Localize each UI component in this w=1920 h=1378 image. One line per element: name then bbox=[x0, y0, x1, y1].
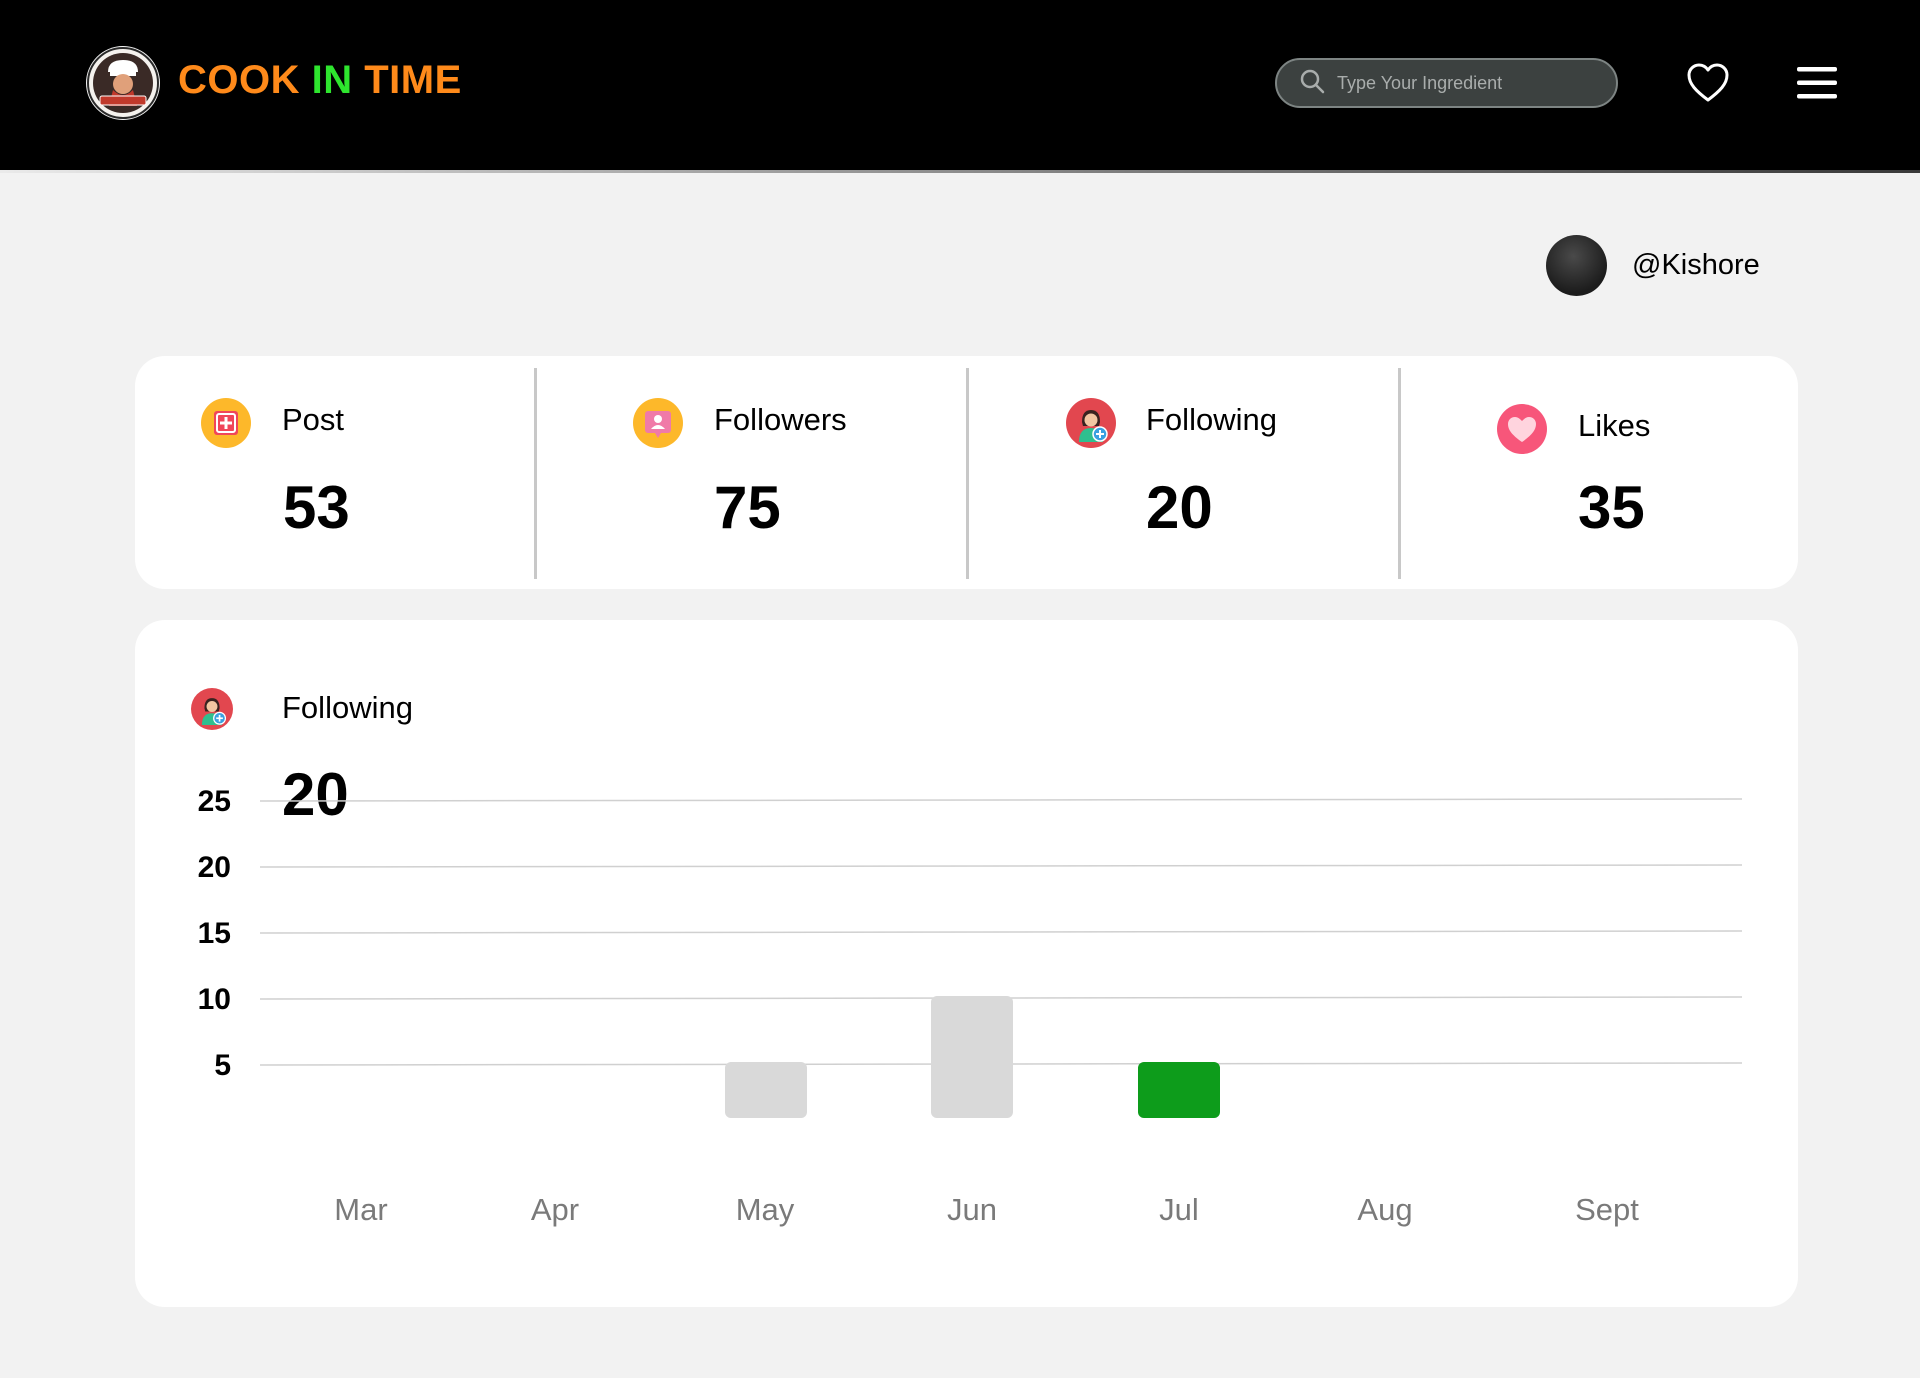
stats-card: Post 53 Followers 75 Following 20 Likes … bbox=[135, 356, 1798, 589]
x-tick-label: Mar bbox=[334, 1192, 387, 1227]
bar-jul bbox=[1138, 1062, 1220, 1118]
likes-heart-icon bbox=[1497, 404, 1547, 454]
y-tick-label: 20 bbox=[198, 851, 231, 884]
bar-jun bbox=[931, 996, 1013, 1118]
y-tick-label: 10 bbox=[198, 983, 231, 1016]
stat-divider bbox=[966, 368, 969, 579]
x-tick-label: Sept bbox=[1575, 1192, 1639, 1227]
x-tick-label: Aug bbox=[1357, 1192, 1412, 1227]
stat-label-post: Post bbox=[282, 402, 345, 437]
add-post-icon bbox=[201, 398, 251, 448]
bar-may bbox=[725, 1062, 807, 1118]
brand-part-cook: COOK bbox=[178, 58, 312, 102]
grid-line bbox=[259, 930, 1743, 934]
stat-divider bbox=[1398, 368, 1401, 579]
brand-title[interactable]: COOK IN TIME bbox=[178, 56, 462, 104]
stat-divider bbox=[534, 368, 537, 579]
heart-icon[interactable] bbox=[1686, 62, 1730, 104]
header-divider bbox=[0, 170, 1920, 173]
stat-value-post: 53 bbox=[283, 474, 350, 541]
y-tick-label: 15 bbox=[198, 917, 231, 950]
chef-logo-icon[interactable] bbox=[86, 46, 160, 120]
grid-line bbox=[259, 798, 1743, 802]
x-tick-label: Apr bbox=[531, 1192, 579, 1227]
top-header: COOK IN TIME bbox=[0, 0, 1920, 172]
y-tick-label: 25 bbox=[198, 785, 231, 818]
y-tick-label: 5 bbox=[214, 1049, 231, 1082]
search-bar[interactable] bbox=[1275, 58, 1618, 108]
brand-part-time: TIME bbox=[352, 58, 462, 102]
following-chart-card: Following 20 5 10 15 20 25 Mar Apr May Jun Jul Aug… bbox=[135, 620, 1798, 1307]
avatar[interactable] bbox=[1546, 235, 1607, 296]
search-input[interactable] bbox=[1337, 72, 1597, 94]
stat-value-likes: 35 bbox=[1578, 474, 1645, 541]
followers-icon bbox=[633, 398, 683, 448]
stat-value-following: 20 bbox=[1146, 474, 1213, 541]
search-icon[interactable] bbox=[1299, 68, 1325, 99]
following-user-icon bbox=[1066, 398, 1116, 448]
brand-part-in: IN bbox=[311, 58, 353, 102]
x-tick-label: Jul bbox=[1159, 1192, 1199, 1227]
stat-value-followers: 75 bbox=[714, 474, 781, 541]
grid-line bbox=[259, 864, 1743, 868]
stat-label-following: Following bbox=[1146, 402, 1277, 437]
username[interactable]: @Kishore bbox=[1632, 247, 1760, 283]
x-tick-label: Jun bbox=[947, 1192, 997, 1227]
hamburger-menu-icon[interactable] bbox=[1797, 66, 1837, 100]
stat-label-likes: Likes bbox=[1578, 408, 1651, 443]
following-bar-chart: 5 10 15 20 25 Mar Apr May Jun Jul Aug Sept bbox=[198, 785, 1743, 1227]
x-tick-label: May bbox=[736, 1192, 795, 1227]
stat-label-followers: Followers bbox=[714, 402, 847, 437]
